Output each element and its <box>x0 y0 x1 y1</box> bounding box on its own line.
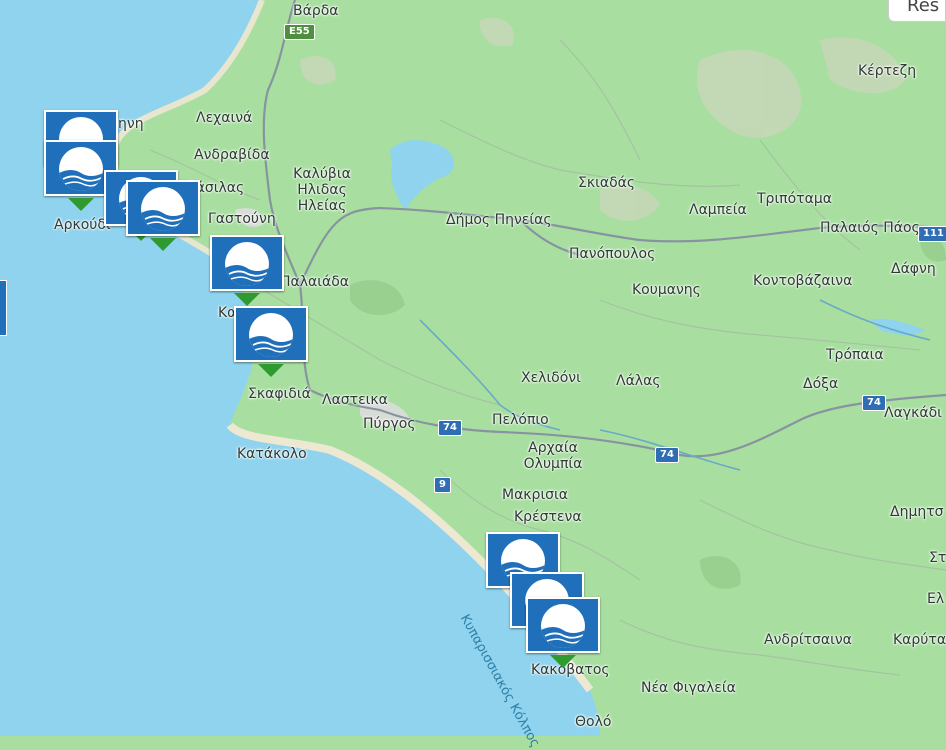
place-label: Αρκούδι <box>54 217 111 233</box>
place-label: Λάλας <box>616 373 661 389</box>
partial-blue-flag-marker[interactable] <box>0 280 7 336</box>
place-label: Δήμος Πηνείας <box>446 212 552 228</box>
place-label: Δόξα <box>803 376 839 392</box>
map-pin-icon[interactable] <box>68 198 94 211</box>
blue-flag-beach-marker[interactable] <box>126 180 200 236</box>
place-label: Σκιαδάς <box>578 175 636 191</box>
place-label: Κοντοβάζαινα <box>753 273 853 289</box>
place-label: Λαγκάδι <box>884 405 942 421</box>
place-label: Ανδρίτσαινα <box>764 632 852 648</box>
place-label: Λεχαινά <box>196 110 253 126</box>
place-label: Λαμπεία <box>689 202 747 218</box>
place-label: Μακρισια <box>502 487 569 503</box>
map-pin-icon[interactable] <box>234 293 260 306</box>
place-label: ηνη <box>118 116 144 132</box>
blue-flag-beach-marker[interactable] <box>234 306 308 362</box>
place-label: Στ <box>929 550 946 566</box>
place-label: Κατάκολο <box>237 446 307 462</box>
map-pin-icon[interactable] <box>150 238 176 251</box>
search-results-button[interactable]: Res <box>888 0 946 22</box>
road-shield-74: 74 <box>438 420 462 436</box>
place-label: Πανόπουλος <box>569 246 656 262</box>
road-shield-74: 74 <box>862 395 886 411</box>
place-label: Κρέστενα <box>514 509 582 525</box>
place-label: Πελόπιο <box>492 412 549 428</box>
blue-flag-wave-icon <box>541 604 585 648</box>
road-shield-e55: E55 <box>284 24 315 40</box>
road-shield-111: 111 <box>918 226 946 242</box>
place-label: Λαστεικα <box>322 392 388 408</box>
place-label: Χελιδόνι <box>521 370 581 386</box>
place-label: Καρύτα <box>893 632 946 648</box>
place-label: Πύργος <box>363 416 416 432</box>
place-label: Θολό <box>575 714 612 730</box>
blue-flag-beach-marker[interactable] <box>526 597 600 653</box>
map-pin-icon[interactable] <box>550 655 576 668</box>
place-label: Καλύβια Ηλιδας Ηλείας <box>293 166 351 214</box>
place-label: Τριπόταμα <box>757 191 832 207</box>
place-label: Αρχαία Ολυμπία <box>523 440 583 472</box>
road-shield-9: 9 <box>434 477 451 493</box>
road-shield-74: 74 <box>655 447 679 463</box>
place-label: Παλαιάδα <box>280 274 350 290</box>
blue-flag-beach-marker[interactable] <box>210 235 284 291</box>
place-label: Κουμανης <box>632 282 701 298</box>
place-label: Ελ <box>927 591 945 607</box>
place-label: Δάφνη <box>891 261 936 277</box>
place-label: Γαστούνη <box>208 211 276 227</box>
place-label: Παλαιός Πάος <box>820 220 920 236</box>
place-label: Δημητσ <box>890 504 944 520</box>
place-label: Σκαφιδιά <box>248 386 311 402</box>
blue-flag-wave-icon <box>141 187 185 231</box>
place-label: Νέα Φιγαλεία <box>641 680 736 696</box>
place-label: Τρόπαια <box>826 347 884 363</box>
place-label: Βάρδα <box>293 3 339 19</box>
place-label: Κέρτεζη <box>858 63 917 79</box>
blue-flag-wave-icon <box>249 313 293 357</box>
blue-flag-wave-icon <box>225 242 269 286</box>
blue-flag-wave-icon <box>59 147 103 191</box>
map-pin-icon[interactable] <box>258 364 284 377</box>
place-label: Ανδραβίδα <box>194 147 270 163</box>
